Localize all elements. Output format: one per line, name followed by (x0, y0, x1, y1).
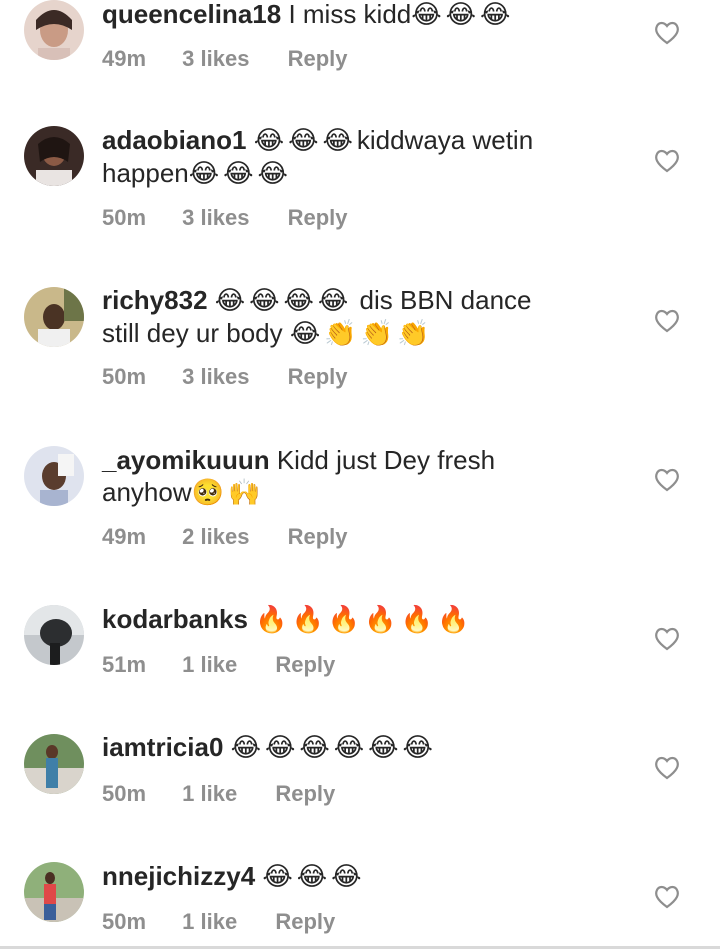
emoji-clap-icon: 😂👏👏👏 (289, 319, 434, 349)
comment-username[interactable]: iamtricia0 (102, 732, 223, 762)
avatar[interactable] (24, 734, 84, 794)
heart-outline-icon[interactable] (654, 21, 680, 45)
heart-outline-icon[interactable] (654, 468, 680, 492)
comment-text: _ayomikuuun Kidd just Dey fresh anyhow🥺🙌 (102, 444, 622, 509)
comment-username[interactable]: richy832 (102, 285, 208, 315)
comment-username[interactable]: _ayomikuuun (102, 445, 270, 475)
comment-text: richy832 😂😂😂😂 dis BBN dance still dey ur… (102, 284, 622, 350)
heart-outline-icon[interactable] (654, 885, 680, 909)
comment-username[interactable]: kodarbanks (102, 604, 248, 634)
avatar[interactable] (24, 605, 84, 665)
reply-button[interactable]: Reply (275, 781, 335, 807)
reply-button[interactable]: Reply (288, 524, 348, 550)
comment-time: 50m (102, 364, 147, 389)
comment-likes[interactable]: 2 likes (182, 524, 249, 550)
comment-meta: 49m 3 likes Reply (102, 46, 348, 72)
comment-meta: 51m 1 like Reply (102, 652, 335, 678)
comment-time: 49m (102, 524, 147, 549)
comment-likes[interactable]: 1 like (182, 781, 237, 807)
reply-button[interactable]: Reply (288, 364, 348, 390)
emoji-laugh-icon: 😂😂😂 (253, 126, 357, 156)
comment-body: I miss kidd (288, 0, 412, 29)
heart-outline-icon[interactable] (654, 149, 680, 173)
comment-body: kiddwaya wetin (356, 125, 534, 155)
avatar[interactable] (24, 126, 84, 186)
comment-likes[interactable]: 3 likes (182, 46, 249, 72)
avatar[interactable] (24, 0, 84, 60)
avatar-image (24, 287, 84, 347)
comment-body: Kidd just Dey fresh (276, 445, 496, 475)
comment-time: 50m (102, 205, 147, 230)
comment-body: dis BBN dance (359, 285, 532, 315)
comment-text: iamtricia0 😂😂😂😂😂😂 (102, 731, 622, 764)
avatar-image (24, 126, 84, 186)
avatar-image (24, 0, 84, 60)
comment-meta: 50m 1 like Reply (102, 909, 335, 935)
emoji-laugh-icon: 😂😂😂 (262, 862, 366, 892)
avatar-image (24, 862, 84, 922)
comment-meta: 50m 3 likes Reply (102, 205, 348, 231)
comment-body-line2: anyhow (102, 477, 192, 507)
comment-body-line2: still dey ur body (102, 318, 283, 348)
emoji-laugh-icon: 😂😂😂😂 (214, 286, 353, 316)
reply-button[interactable]: Reply (288, 205, 348, 231)
emoji-laugh-icon: 😂😂😂😂😂😂 (230, 733, 437, 763)
comment-username[interactable]: nnejichizzy4 (102, 861, 255, 891)
avatar-image (24, 446, 84, 506)
heart-outline-icon[interactable] (654, 756, 680, 780)
emoji-fire-icon: 🔥🔥🔥🔥🔥🔥 (255, 605, 474, 635)
reply-button[interactable]: Reply (288, 46, 348, 72)
emoji-pleading-icon: 🥺🙌 (191, 478, 265, 508)
comment-likes[interactable]: 1 like (182, 909, 237, 935)
comment-meta: 50m 1 like Reply (102, 781, 335, 807)
emoji-laugh-icon: 😂😂😂 (411, 0, 515, 30)
avatar[interactable] (24, 862, 84, 922)
comment-text: nnejichizzy4 😂😂😂 (102, 860, 622, 893)
comment-time: 50m (102, 781, 147, 806)
comment-meta: 50m 3 likes Reply (102, 364, 348, 390)
avatar-image (24, 734, 84, 794)
heart-outline-icon[interactable] (654, 309, 680, 333)
comment-username[interactable]: queencelina18 (102, 0, 281, 29)
reply-button[interactable]: Reply (275, 909, 335, 935)
comment-likes[interactable]: 1 like (182, 652, 237, 678)
comment-time: 49m (102, 46, 147, 71)
comment-time: 50m (102, 909, 147, 934)
heart-outline-icon[interactable] (654, 627, 680, 651)
avatar[interactable] (24, 446, 84, 506)
comment-meta: 49m 2 likes Reply (102, 524, 348, 550)
comment-text: kodarbanks 🔥🔥🔥🔥🔥🔥 (102, 603, 622, 636)
comment-username[interactable]: adaobiano1 (102, 125, 246, 155)
comment-time: 51m (102, 652, 147, 677)
comment-text: queencelina18 I miss kidd😂😂😂 (102, 0, 622, 31)
comment-body-line2: happen (102, 158, 189, 188)
comment-likes[interactable]: 3 likes (182, 205, 249, 231)
comment-text: adaobiano1 😂😂😂kiddwaya wetin happen😂😂😂 (102, 124, 622, 190)
avatar[interactable] (24, 287, 84, 347)
avatar-image (24, 605, 84, 665)
comment-likes[interactable]: 3 likes (182, 364, 249, 390)
reply-button[interactable]: Reply (275, 652, 335, 678)
emoji-laugh-icon: 😂😂😂 (188, 159, 292, 189)
